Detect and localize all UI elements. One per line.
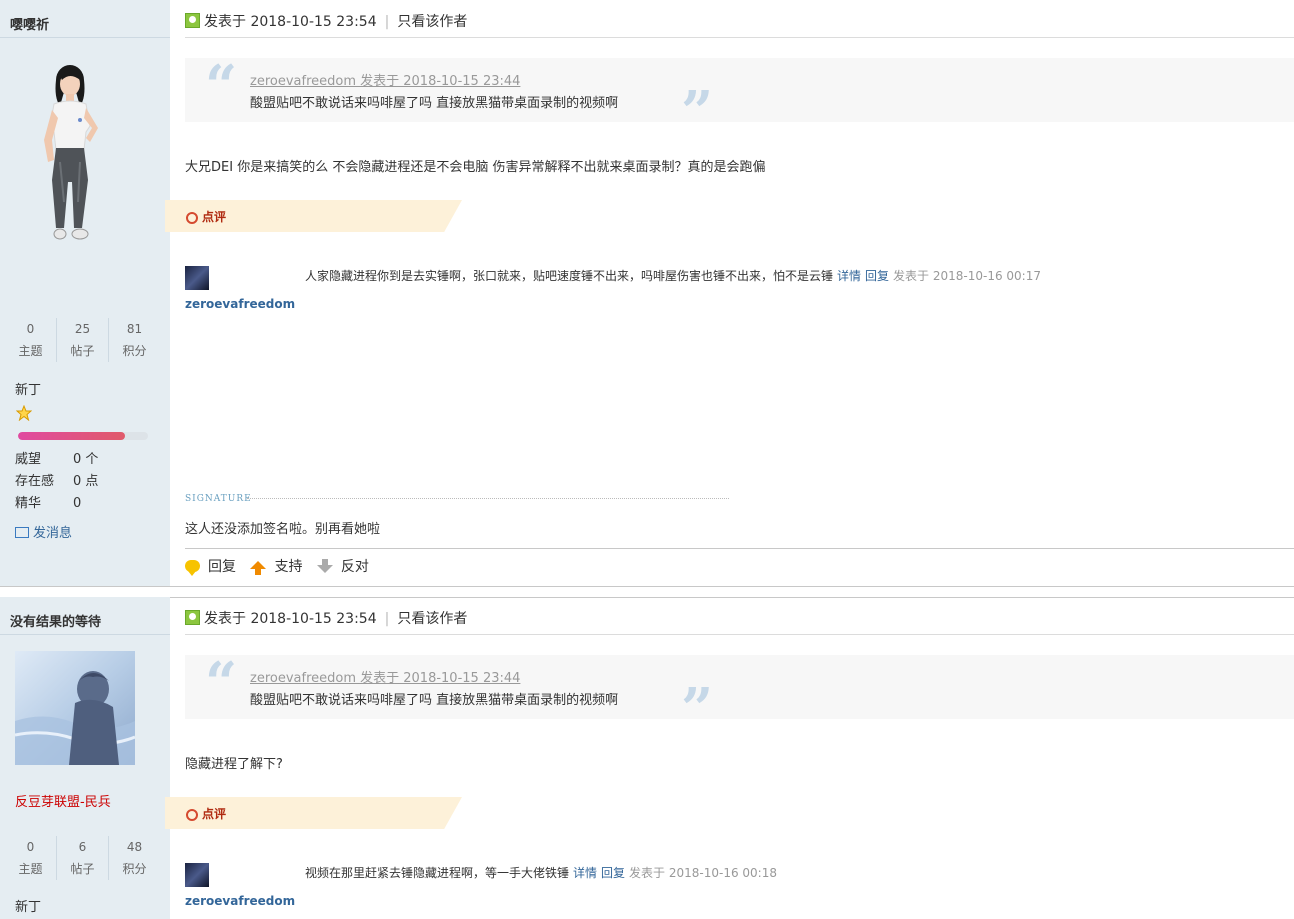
star-icon [16, 405, 32, 421]
support-button[interactable]: 支持 [250, 557, 302, 577]
only-author-link[interactable]: 只看该作者 [397, 14, 467, 30]
envelope-icon [15, 527, 29, 538]
comment-username[interactable]: zeroevafreedom [185, 894, 295, 908]
prop-presence: 存在感 0 点 [15, 474, 99, 489]
review-header: 点评 [165, 797, 462, 829]
author-avatar[interactable] [15, 651, 135, 765]
circle-icon [186, 809, 198, 821]
author-name[interactable]: 没有结果的等待 [10, 611, 101, 630]
separator: | [384, 611, 390, 627]
arrow-up-icon [250, 561, 267, 575]
arrow-down-icon [316, 559, 333, 573]
stat-threads[interactable]: 0 主题 [5, 836, 57, 880]
review-label: 点评 [202, 210, 227, 224]
close-quote-icon: ” [681, 79, 714, 145]
stat-posts[interactable]: 25 帖子 [57, 318, 109, 362]
speech-bubble-icon [185, 560, 200, 576]
user-rank[interactable]: 新丁 [15, 379, 41, 398]
comment-username[interactable]: zeroevafreedom [185, 297, 295, 311]
comment-avatar[interactable] [185, 266, 209, 290]
prop-prestige: 威望 0 个 [15, 452, 99, 467]
stat-threads[interactable]: 0 主题 [5, 318, 57, 362]
circle-icon [186, 212, 198, 224]
divider [0, 37, 170, 38]
stat-posts[interactable]: 6 帖子 [57, 836, 109, 880]
author-stats: 0 主题 6 帖子 48 积分 [5, 836, 160, 880]
quote-block: “ zeroevafreedom 发表于 2018-10-15 23:44 酸盟… [185, 53, 1294, 140]
comment-detail-link[interactable]: 详情 [573, 866, 597, 880]
oppose-button[interactable]: 反对 [316, 557, 369, 577]
quote-meta-link[interactable]: zeroevafreedom 发表于 2018-10-15 23:44 [250, 70, 520, 89]
quote-text: 酸盟贴吧不敢说话来吗啡屋了吗 直接放黑猫带桌面录制的视频啊 [250, 96, 619, 111]
post-main: 发表于 2018-10-15 23:54 | 只看该作者 “ zeroevafree… [165, 0, 1294, 587]
open-quote-icon: “ [205, 650, 238, 716]
separator: | [384, 14, 390, 30]
prop-digest: 精华 0 [15, 496, 82, 511]
author-avatar[interactable] [30, 62, 110, 244]
comment-avatar[interactable] [185, 863, 209, 887]
open-quote-icon: “ [205, 53, 238, 119]
comment-detail-link[interactable]: 详情 [837, 269, 861, 283]
medal-title[interactable]: 反豆芽联盟-民兵 [15, 791, 111, 810]
comment-time: 发表于 2018-10-16 00:18 [629, 866, 777, 880]
close-quote-icon: ” [681, 676, 714, 742]
author-stats: 0 主题 25 帖子 81 积分 [5, 318, 160, 362]
author-sidebar: 没有结果的等待 反豆芽联盟-民兵 0 主题 6 帖子 48 积分 新丁 [0, 597, 170, 919]
divider [185, 634, 1294, 635]
signature-label: SIGNATURE [185, 494, 252, 504]
post-time: 发表于 2018-10-15 23:54 [204, 14, 377, 30]
post-main: 发表于 2018-10-15 23:54 | 只看该作者 “ zeroevafree… [165, 597, 1294, 919]
online-status-icon [185, 610, 200, 625]
post-header: 发表于 2018-10-15 23:54 | 只看该作者 [185, 12, 467, 32]
author-sidebar: 嘤嘤祈 0 主题 25 帖子 81 积分 新丁 威望 0 个 存在感 0 点 精… [0, 0, 170, 587]
post-body: 大兄DEI 你是来搞笑的么 不会隐藏进程还是不会电脑 伤害异常解释不出就来桌面录… [185, 160, 766, 175]
online-status-icon [185, 13, 200, 28]
author-name[interactable]: 嘤嘤祈 [10, 14, 49, 33]
quote-meta-link[interactable]: zeroevafreedom 发表于 2018-10-15 23:44 [250, 667, 520, 686]
quote-text: 酸盟贴吧不敢说话来吗啡屋了吗 直接放黑猫带桌面录制的视频啊 [250, 693, 619, 708]
post-header: 发表于 2018-10-15 23:54 | 只看该作者 [185, 609, 467, 629]
comment-text: 人家隐藏进程你到是去实锤啊，张口就来，贴吧速度锤不出来，吗啡屋伤害也锤不出来，怕… [305, 269, 1041, 283]
signature-divider [247, 498, 729, 499]
quote-block: “ zeroevafreedom 发表于 2018-10-15 23:44 酸盟… [185, 650, 1294, 737]
divider [0, 634, 170, 635]
only-author-link[interactable]: 只看该作者 [397, 611, 467, 627]
comment-text: 视频在那里赶紧去锤隐藏进程啊，等一手大佬铁锤 详情 回复 发表于 2018-10-16… [305, 866, 777, 880]
divider [185, 548, 1294, 549]
signature-text: 这人还没添加签名啦。别再看她啦 [185, 522, 381, 537]
review-label: 点评 [202, 807, 227, 821]
user-rank[interactable]: 新丁 [15, 896, 41, 915]
post: 没有结果的等待 反豆芽联盟-民兵 0 主题 6 帖子 48 积分 新丁 发表于 … [0, 597, 1294, 919]
divider [185, 37, 1294, 38]
send-message-link[interactable]: 发消息 [15, 522, 72, 541]
review-header: 点评 [165, 200, 462, 232]
post-time: 发表于 2018-10-15 23:54 [204, 611, 377, 627]
level-progress-bar [18, 432, 148, 440]
level-progress-fill [18, 432, 125, 440]
post-body: 隐藏进程了解下? [185, 757, 283, 772]
stat-points[interactable]: 81 积分 [109, 318, 160, 362]
reply-button[interactable]: 回复 [185, 557, 236, 577]
post-actions: 回复 支持 反对 [185, 557, 379, 577]
comment-time: 发表于 2018-10-16 00:17 [893, 269, 1041, 283]
stat-points[interactable]: 48 积分 [109, 836, 160, 880]
post-divider [0, 586, 1294, 587]
comment-reply-link[interactable]: 回复 [601, 866, 625, 880]
post: 嘤嘤祈 0 主题 25 帖子 81 积分 新丁 威望 0 个 存在感 0 点 精… [0, 0, 1294, 587]
comment-reply-link[interactable]: 回复 [865, 269, 889, 283]
